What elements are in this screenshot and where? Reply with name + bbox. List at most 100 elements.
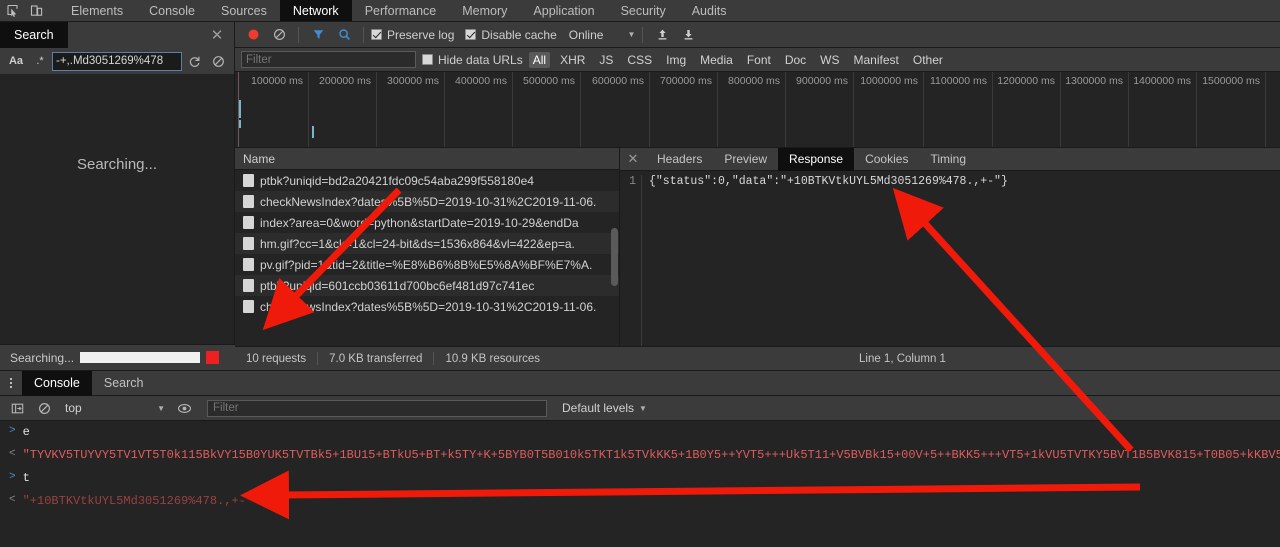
main-tab-label: Application: [533, 3, 595, 18]
network-filter-input[interactable]: [241, 51, 416, 68]
list-item[interactable]: < "+10BTKVtkUYL5Md3051269%478.,+-": [0, 494, 1280, 517]
upload-har-icon[interactable]: [650, 24, 674, 46]
drawer-tab-console[interactable]: Console: [22, 370, 92, 396]
download-har-icon[interactable]: [676, 24, 700, 46]
filter-type-media[interactable]: Media: [696, 52, 737, 68]
inspect-cursor-icon[interactable]: [0, 0, 24, 21]
hide-data-urls-checkbox[interactable]: Hide data URLs: [422, 53, 523, 67]
status-transferred: 7.0 KB transferred: [329, 352, 423, 365]
table-row[interactable]: index?area=0&word=python&startDate=2019-…: [235, 212, 619, 233]
detail-tab-bar: ✕ Headers Preview Response Cookies Timin…: [620, 147, 1280, 171]
console-filter-input[interactable]: [207, 399, 547, 417]
request-list-scrollbar[interactable]: [611, 228, 618, 286]
searching-message: Searching...: [76, 156, 158, 173]
preserve-log-checkbox[interactable]: Preserve log: [371, 28, 454, 42]
hide-data-urls-label: Hide data URLs: [438, 52, 523, 67]
overview-tick-label: 400000 ms: [455, 75, 507, 87]
filter-type-ws[interactable]: WS: [816, 52, 843, 68]
table-row[interactable]: ptbk?uniqid=bd2a20421fdc09c54aba299f5581…: [235, 170, 619, 191]
response-body-view[interactable]: 1 {"status":0,"data":"+10BTKVtkUYL5Md305…: [620, 171, 1280, 346]
more-options-icon[interactable]: [0, 378, 22, 388]
search-panel-tab[interactable]: Search: [0, 22, 68, 48]
search-panel: Search ✕ Aa .* Searching... Searching...: [0, 22, 235, 370]
search-panel-titlebar: Search ✕: [0, 22, 234, 48]
network-filter-bar: Hide data URLs All XHR JS CSS Img Media …: [235, 48, 1280, 72]
search-panel-tab-label: Search: [14, 28, 54, 42]
tab-response[interactable]: Response: [778, 147, 855, 171]
console-context-dropdown[interactable]: top ▼: [59, 401, 169, 415]
search-input[interactable]: [52, 51, 182, 71]
request-list-header[interactable]: Name: [235, 148, 619, 170]
overview-tick-label: 100000 ms: [251, 75, 303, 87]
filter-type-xhr[interactable]: XHR: [556, 52, 589, 68]
search-stop-button[interactable]: [206, 351, 220, 364]
overview-tick-label: 1000000 ms: [860, 75, 918, 87]
devtools-window: Elements Console Sources Network Perform…: [0, 0, 1280, 547]
main-tab-audits[interactable]: Audits: [679, 0, 740, 21]
throttling-dropdown[interactable]: Online ▼: [569, 28, 636, 42]
clear-icon[interactable]: [206, 51, 230, 71]
document-icon: [243, 300, 254, 313]
table-row[interactable]: pv.gif?pid=1&tid=2&title=%E8%B6%8B%E5%8A…: [235, 254, 619, 275]
tab-cookies[interactable]: Cookies: [854, 148, 919, 171]
clear-console-icon[interactable]: [32, 397, 56, 419]
tab-preview[interactable]: Preview: [713, 148, 778, 171]
main-tab-label: Performance: [364, 3, 437, 18]
filter-type-js[interactable]: JS: [595, 52, 617, 68]
list-item[interactable]: > e: [0, 425, 1280, 448]
live-expression-icon[interactable]: [172, 397, 196, 419]
list-item[interactable]: < "TYVKV5TUYVY5TV1VT5T0k115BkVY15B0YUK5T…: [0, 448, 1280, 471]
network-overview-timeline[interactable]: 100000 ms 200000 ms 300000 ms 400000 ms …: [235, 72, 1280, 148]
checkbox-box: [465, 29, 477, 40]
filter-type-img[interactable]: Img: [662, 52, 690, 68]
search-icon[interactable]: [332, 24, 356, 46]
overview-tick-label: 500000 ms: [523, 75, 575, 87]
list-item[interactable]: > t: [0, 471, 1280, 494]
filter-type-manifest[interactable]: Manifest: [850, 52, 903, 68]
main-tab-performance[interactable]: Performance: [352, 0, 450, 21]
table-row[interactable]: checkNewsIndex?dates%5B%5D=2019-10-31%2C…: [235, 296, 619, 317]
refresh-icon[interactable]: [182, 51, 206, 71]
request-list: Name ptbk?uniqid=bd2a20421fdc09c54aba299…: [235, 148, 620, 346]
table-row[interactable]: hm.gif?cc=1&ck=1&cl=24-bit&ds=1536x864&v…: [235, 233, 619, 254]
tab-headers[interactable]: Headers: [646, 148, 713, 171]
overview-tick-label: 1500000 ms: [1202, 75, 1260, 87]
table-row[interactable]: checkNewsIndex?dates%5B%5D=2019-10-31%2C…: [235, 191, 619, 212]
clear-icon[interactable]: [267, 24, 291, 46]
disable-cache-checkbox[interactable]: Disable cache: [465, 28, 557, 42]
line-number-gutter: 1: [620, 175, 642, 346]
main-tab-security[interactable]: Security: [608, 0, 679, 21]
main-tab-application[interactable]: Application: [520, 0, 607, 21]
record-icon[interactable]: [241, 24, 265, 46]
console-input-text: t: [22, 471, 30, 485]
filter-type-all[interactable]: All: [528, 51, 551, 68]
table-row[interactable]: ptbk?uniqid=601ccb03611d700bc6ef481d97c7…: [235, 275, 619, 296]
match-case-icon[interactable]: Aa: [4, 51, 28, 71]
close-icon[interactable]: ✕: [208, 22, 226, 48]
status-requests: 10 requests: [246, 352, 307, 365]
overview-tick-label: 700000 ms: [660, 75, 712, 87]
tab-timing[interactable]: Timing: [919, 148, 977, 171]
filter-type-css[interactable]: CSS: [623, 52, 656, 68]
main-tab-elements[interactable]: Elements: [58, 0, 136, 21]
request-detail-pane: ✕ Headers Preview Response Cookies Timin…: [620, 147, 1280, 346]
main-tab-sources[interactable]: Sources: [208, 0, 280, 21]
main-tab-console[interactable]: Console: [136, 0, 208, 21]
device-toolbar-icon[interactable]: [24, 0, 48, 21]
filter-icon[interactable]: [306, 24, 330, 46]
drawer-tab-search[interactable]: Search: [92, 371, 156, 396]
request-name: hm.gif?cc=1&ck=1&cl=24-bit&ds=1536x864&v…: [260, 236, 575, 251]
show-sidebar-icon[interactable]: [5, 397, 29, 419]
regex-icon[interactable]: .*: [28, 51, 52, 71]
close-icon[interactable]: ✕: [620, 151, 646, 167]
main-tab-label: Audits: [691, 3, 727, 18]
main-tab-memory[interactable]: Memory: [449, 0, 520, 21]
main-tab-network[interactable]: Network: [279, 0, 352, 21]
filter-type-doc[interactable]: Doc: [781, 52, 810, 68]
console-levels-dropdown[interactable]: Default levels ▼: [562, 401, 647, 415]
filter-type-font[interactable]: Font: [743, 52, 775, 68]
overview-tick-label: 600000 ms: [592, 75, 644, 87]
filter-type-other[interactable]: Other: [909, 52, 947, 68]
document-icon: [243, 258, 254, 271]
request-name: ptbk?uniqid=601ccb03611d700bc6ef481d97c7…: [260, 278, 535, 293]
